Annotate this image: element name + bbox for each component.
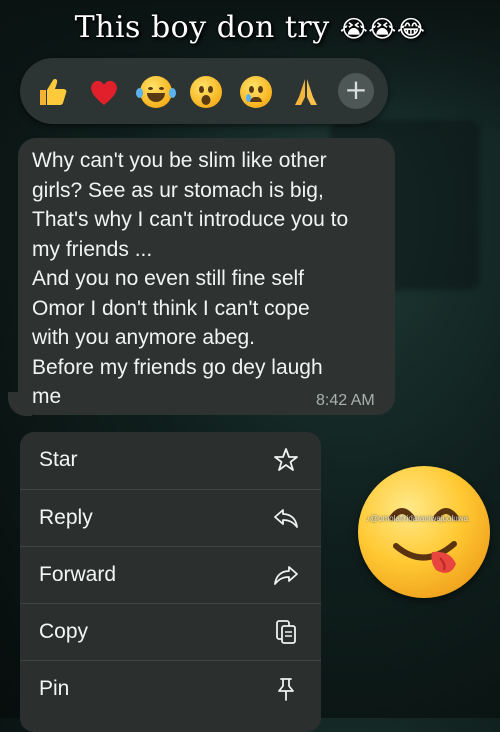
menu-item-star[interactable]: Star: [20, 432, 321, 489]
face-savoring-food-emoji: [358, 466, 490, 598]
watermark: ♪@omolafiridaraniwajuoluwa: [366, 514, 468, 523]
reaction-red-heart[interactable]: [84, 72, 124, 112]
face-savoring-food-icon: [389, 508, 459, 573]
message-time: 8:42 AM: [316, 392, 375, 409]
tears-of-joy-icon: [136, 76, 176, 108]
menu-item-copy[interactable]: Copy: [20, 603, 321, 661]
crying-face-icon: [240, 76, 272, 108]
reaction-thumbs-up[interactable]: [32, 72, 72, 112]
star-icon: [272, 446, 300, 474]
reaction-surprised-face[interactable]: [186, 72, 226, 112]
folded-hands-icon: [295, 79, 317, 105]
reply-icon: [272, 504, 300, 532]
menu-item-forward[interactable]: Forward: [20, 546, 321, 604]
pin-icon: [272, 675, 300, 703]
context-menu: Star Reply Forward Copy Pin: [20, 432, 321, 732]
caption: This boy don try 😭😭😂: [0, 10, 500, 45]
reaction-bar: +: [20, 58, 388, 124]
copy-icon: [272, 618, 300, 646]
message-bubble-tail: [8, 392, 32, 416]
surprised-face-icon: [190, 76, 222, 108]
reaction-tears-of-joy[interactable]: [136, 72, 176, 112]
thumbs-up-icon: [40, 79, 67, 105]
message-text: Why can't you be slim like other girls? …: [32, 149, 349, 408]
menu-item-label: Pin: [39, 677, 70, 700]
menu-item-pin[interactable]: Pin: [20, 660, 321, 718]
caption-emojis: 😭😭😂: [339, 15, 426, 43]
menu-item-label: Reply: [39, 506, 93, 529]
more-reactions-button[interactable]: +: [338, 73, 374, 109]
caption-text: This boy don try: [74, 10, 330, 45]
red-heart-icon: [91, 80, 117, 105]
menu-item-label: Copy: [39, 620, 89, 643]
menu-item-label: Star: [39, 448, 78, 471]
menu-item-label: Forward: [39, 563, 117, 586]
menu-item-reply[interactable]: Reply: [20, 489, 321, 547]
reaction-crying-face[interactable]: [236, 72, 276, 112]
reaction-folded-hands[interactable]: [286, 72, 326, 112]
forward-icon: [272, 561, 300, 589]
